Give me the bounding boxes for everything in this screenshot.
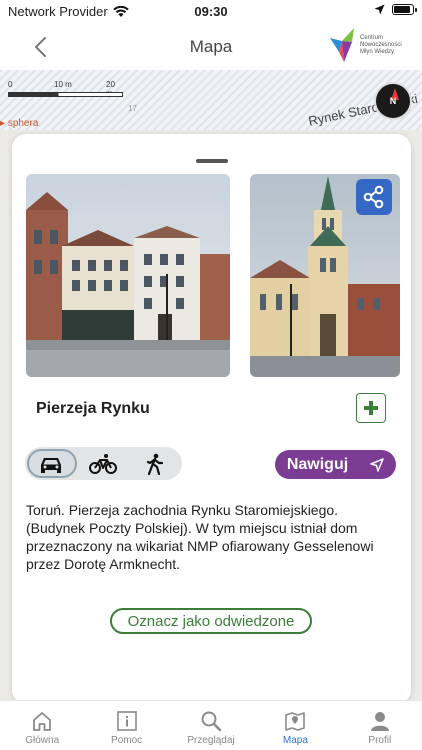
tab-browse-label: Przeglądaj <box>187 735 235 746</box>
place-description: Toruń. Pierzeja zachodnia Rynku Staromie… <box>26 502 374 572</box>
mode-bike-button[interactable] <box>77 447 129 480</box>
tab-bar: Główna Pomoc Przeglądaj Mapa Profil <box>0 700 422 750</box>
home-icon <box>33 712 52 731</box>
map-scale: 0 10 m 20 m <box>8 80 123 110</box>
map-icon <box>285 712 306 731</box>
share-button[interactable] <box>356 179 392 215</box>
navigate-label: Nawiguj <box>286 455 349 473</box>
place-name: Pierzeja Rynku <box>36 400 150 417</box>
poi-marker-icon: ▸ <box>0 118 8 129</box>
bicycle-icon <box>89 453 117 474</box>
tab-map[interactable]: Mapa <box>253 701 337 750</box>
navigate-button[interactable]: Nawiguj <box>275 450 396 479</box>
place-photo-1[interactable] <box>26 174 230 377</box>
place-card: Pierzeja Rynku Nawiguj Toruń. Pierzeja z… <box>12 134 411 704</box>
info-icon <box>116 711 137 731</box>
tab-help[interactable]: Pomoc <box>84 701 168 750</box>
status-left: Network Provider <box>8 4 129 19</box>
tab-profile[interactable]: Profil <box>338 701 422 750</box>
mark-visited-button[interactable]: Oznacz jako odwiedzone <box>110 608 312 634</box>
carrier-label: Network Provider <box>8 4 108 19</box>
location-arrow-icon <box>374 4 385 15</box>
profile-icon <box>370 712 389 731</box>
scale-label-10: 10 m <box>54 80 72 89</box>
plus-icon <box>364 401 378 415</box>
car-icon <box>41 457 61 473</box>
scale-bar <box>8 92 123 97</box>
wifi-icon <box>113 5 129 17</box>
transport-mode-selector <box>25 447 182 480</box>
tab-browse[interactable]: Przeglądaj <box>169 701 253 750</box>
compass-button[interactable]: N <box>374 82 412 120</box>
add-to-list-button[interactable] <box>356 393 386 423</box>
walk-icon <box>146 453 164 475</box>
status-bar: Network Provider 09:30 <box>0 0 422 24</box>
tab-profile-label: Profil <box>368 735 392 746</box>
navigation-arrow-icon <box>370 457 384 472</box>
status-right <box>374 4 417 15</box>
mode-car-button[interactable] <box>25 447 77 480</box>
search-icon <box>201 711 222 732</box>
drag-handle[interactable] <box>196 159 228 163</box>
tab-home-label: Główna <box>25 735 60 746</box>
logo-mark-icon <box>330 28 354 62</box>
map-poi-label: ▸ sphera <box>0 118 39 129</box>
tab-help-label: Pomoc <box>111 735 143 746</box>
battery-icon <box>392 4 417 15</box>
battery-level <box>394 6 411 13</box>
logo-text: Centrum Nowoczesności Młyn Wiedzy <box>360 34 402 55</box>
map-block-number: 17 <box>128 104 137 113</box>
tab-map-label: Mapa <box>282 735 308 746</box>
app-logo: Centrum Nowoczesności Młyn Wiedzy <box>330 28 406 62</box>
tab-home[interactable]: Główna <box>0 701 84 750</box>
share-icon <box>363 185 384 209</box>
scale-label-0: 0 <box>8 80 13 89</box>
compass-label: N <box>389 96 397 106</box>
mode-walk-button[interactable] <box>129 447 181 480</box>
nav-bar: Mapa Centrum Nowoczesności Młyn Wiedzy <box>0 24 422 70</box>
